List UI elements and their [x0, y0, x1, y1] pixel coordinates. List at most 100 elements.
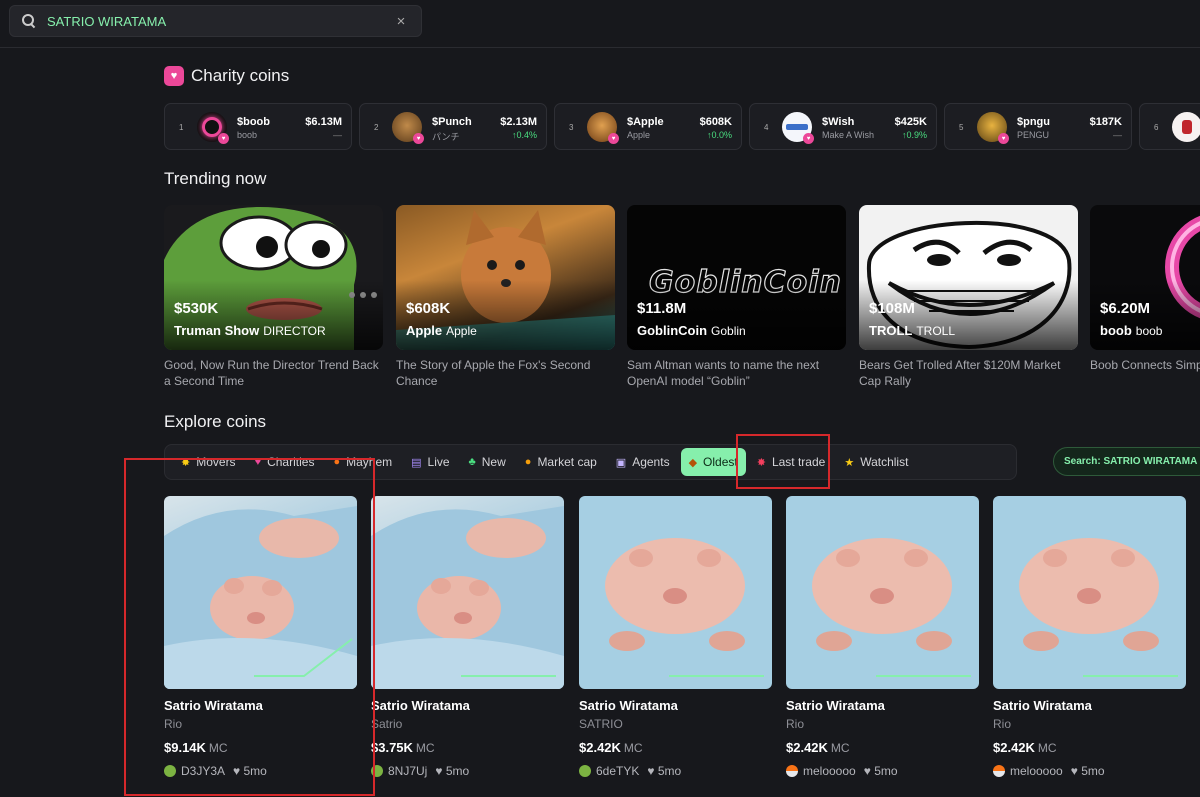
heart-icon: ♥: [164, 66, 184, 86]
coin-ticker: $Punch: [432, 116, 472, 128]
coin-market-cap: $2.42K MC: [993, 740, 1187, 755]
coin-title: Satrio Wiratama: [371, 698, 470, 713]
charity-coin-card[interactable]: 6: [1139, 103, 1200, 150]
explore-section-title: Explore coins: [164, 412, 267, 431]
charity-coin-card[interactable]: 1 ♥ $boob boob $6.13M —: [164, 103, 352, 150]
creator-name[interactable]: 8NJ7Uj: [388, 764, 427, 778]
baby-panda-image: [605, 538, 764, 677]
coin-meta: melooooo ♥ 5mo: [786, 764, 980, 778]
trending-market-cap: $608K: [406, 300, 451, 317]
trending-ticker: DIRECTOR: [263, 324, 326, 338]
search-input[interactable]: SATRIO WIRATAMA ×: [9, 5, 422, 37]
creator-name[interactable]: melooooo: [1010, 764, 1063, 778]
tab-agents[interactable]: ▣ Agents: [608, 448, 678, 476]
trending-card[interactable]: $530K Truman Show DIRECTOR Good, Now Run …: [164, 205, 383, 389]
coin-meta: melooooo ♥ 5mo: [993, 764, 1187, 778]
coin-title: Satrio Wiratama: [579, 698, 678, 713]
trending-card[interactable]: $108M TROLL TROLL Bears Get Trolled After…: [859, 205, 1078, 389]
trending-card[interactable]: $6.20M boobboob Boob Connects Simp World…: [1090, 205, 1200, 373]
charity-coin-card[interactable]: 4 ♥ $Wish Make A Wish $425K ↑0.9%: [749, 103, 937, 150]
rank: 2: [374, 123, 379, 132]
trending-name: Truman Show DIRECTOR: [174, 323, 326, 338]
market-cap-label: MC: [1037, 741, 1057, 755]
close-icon[interactable]: ×: [389, 13, 413, 30]
trending-ticker: TROLL: [916, 324, 956, 338]
trending-description: The Story of Apple the Fox's Second Chan…: [396, 358, 591, 388]
coin-image: [371, 496, 564, 689]
coin-title: Satrio Wiratama: [786, 698, 885, 713]
trending-image: $530K Truman Show DIRECTOR: [164, 205, 383, 350]
age: ♥ 5mo: [435, 764, 470, 778]
creator-name[interactable]: melooooo: [803, 764, 856, 778]
age-text: 5mo: [874, 764, 898, 778]
market-cap-label: MC: [830, 741, 850, 755]
coin-ticker: $Apple: [627, 116, 664, 128]
age-text: 5mo: [1081, 764, 1105, 778]
coin-ticker: $pngu: [1017, 116, 1050, 128]
trending-card[interactable]: $608K Apple Apple The Story of Apple the …: [396, 205, 615, 389]
tab-live[interactable]: ▤ Live: [403, 448, 457, 476]
charity-coin-card[interactable]: 2 ♥ $Punch パンチ $2.13M ↑0.4%: [359, 103, 547, 150]
coin-market-cap: $2.42K MC: [579, 740, 773, 755]
charity-coin-card[interactable]: 3 ♥ $Apple Apple $608K ↑0.0%: [554, 103, 742, 150]
star-icon: ★: [844, 456, 855, 469]
trending-description: Sam Altman wants to name the next OpenAI…: [627, 358, 820, 388]
charity-coin-list: 1 ♥ $boob boob $6.13M — 2 ♥ $Punch パンチ $…: [164, 103, 1200, 151]
trending-name: boob boob: [1100, 323, 1162, 338]
search-icon: [22, 14, 36, 28]
trending-image: $6.20M boob boob: [1090, 205, 1200, 350]
coin-card[interactable]: Satrio Wiratama Satrio $3.75K MC 8NJ7Uj ♥ …: [371, 496, 565, 778]
heart-icon: ♥: [608, 133, 619, 144]
price-change: —: [1113, 130, 1122, 140]
price-change: ↑0.4%: [511, 130, 537, 140]
age: ♥ 5mo: [863, 764, 898, 778]
search-filter-pill[interactable]: Search: SATRIO WIRATAMA: [1053, 447, 1200, 476]
trending-list: $530K Truman Show DIRECTOR Good, Now Run …: [164, 205, 1200, 395]
coin-ticker: SATRIO: [579, 717, 623, 731]
trending-image: $608K Apple Apple: [396, 205, 615, 350]
coin-image: [579, 496, 772, 689]
trending-name: Apple Apple: [406, 323, 477, 338]
trending-ticker: boob: [1135, 324, 1163, 338]
trending-name-text: TROLL: [869, 323, 913, 338]
tab-label: Market cap: [537, 455, 597, 469]
coin-ticker: Rio: [786, 717, 805, 731]
coin-name: PENGU: [1017, 130, 1050, 140]
coin-image: [993, 496, 1186, 689]
market-cap-label: MC: [415, 741, 435, 755]
coin-image: [786, 496, 979, 689]
coin-card[interactable]: Satrio Wiratama SATRIO $2.42K MC 6deTYK ♥ …: [579, 496, 773, 778]
rank: 3: [569, 123, 574, 132]
tab-label: Oldest: [703, 455, 738, 469]
tab-label: New: [481, 455, 506, 469]
money-bag-icon: ●: [524, 456, 532, 468]
creator-name[interactable]: 6deTYK: [596, 764, 639, 778]
trending-name-text: boob: [1100, 323, 1132, 338]
market-cap: $425K: [894, 116, 927, 128]
creator-avatar: [993, 765, 1005, 777]
trending-ticker: Goblin: [711, 324, 746, 338]
age: ♥ 5mo: [647, 764, 682, 778]
live-icon: ▤: [411, 456, 422, 469]
market-cap: $608K: [699, 116, 732, 128]
tab-label: Watchlist: [860, 455, 909, 469]
tab-new[interactable]: ♣ New: [461, 448, 514, 476]
price-change: ↑0.9%: [901, 130, 927, 140]
coin-card[interactable]: Satrio Wiratama Rio $2.42K MC melooooo ♥ 5…: [786, 496, 980, 778]
creator-avatar: [579, 765, 591, 777]
heart-icon: ♥: [998, 133, 1009, 144]
market-cap: $187K: [1089, 116, 1122, 128]
search-input-value[interactable]: SATRIO WIRATAMA: [47, 14, 389, 29]
tab-label: Live: [427, 455, 450, 469]
age: ♥ 5mo: [1070, 764, 1105, 778]
coin-card[interactable]: Satrio Wiratama Rio $2.42K MC melooooo ♥ 5…: [993, 496, 1187, 778]
robot-icon: ▣: [615, 456, 627, 469]
charity-coin-card[interactable]: 5 ♥ $pngu PENGU $187K —: [944, 103, 1132, 150]
rank: 6: [1154, 123, 1159, 132]
tab-watchlist[interactable]: ★ Watchlist: [836, 448, 916, 476]
trending-card[interactable]: GoblinCoin $11.8M GoblinCoinGoblin Sam A…: [627, 205, 846, 389]
tab-market-cap[interactable]: ● Market cap: [517, 448, 605, 476]
price-change: ↑0.0%: [706, 130, 732, 140]
trending-image: $108M TROLL TROLL: [859, 205, 1078, 350]
age-text: 5mo: [657, 764, 682, 778]
